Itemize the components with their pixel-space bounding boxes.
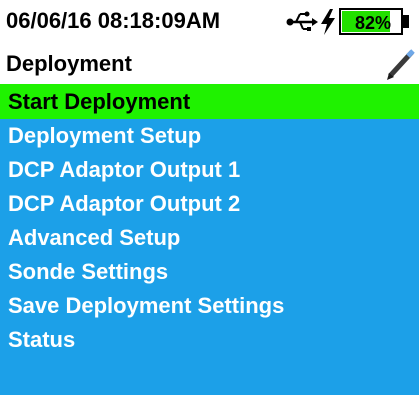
menu-item-sonde-settings[interactable]: Sonde Settings: [0, 255, 419, 289]
battery-tip: [403, 15, 409, 28]
page-title: Deployment: [6, 51, 132, 76]
menu-item-advanced-setup[interactable]: Advanced Setup: [0, 221, 419, 255]
menu-item-status[interactable]: Status: [0, 323, 419, 357]
menu-item-dcp-adaptor-output-2[interactable]: DCP Adaptor Output 2: [0, 187, 419, 221]
datetime-display: 06/06/16 08:18:09AM: [6, 8, 221, 33]
deployment-menu: Start Deployment Deployment Setup DCP Adap…: [0, 84, 419, 395]
pen-icon[interactable]: [384, 46, 416, 82]
menu-item-deployment-setup[interactable]: Deployment Setup: [0, 119, 419, 153]
device-screen: 06/06/16 08:18:09AM 82% Deployment Start…: [0, 0, 419, 395]
menu-item-save-deployment-settings[interactable]: Save Deployment Settings: [0, 289, 419, 323]
usb-icon: [286, 10, 318, 34]
menu-item-dcp-adaptor-output-1[interactable]: DCP Adaptor Output 1: [0, 153, 419, 187]
menu-item-start-deployment[interactable]: Start Deployment: [0, 84, 419, 119]
lightning-icon: [319, 8, 337, 36]
status-bar: 06/06/16 08:18:09AM 82%: [0, 0, 419, 44]
battery-percent: 82%: [354, 13, 392, 33]
battery-body: 82%: [339, 8, 403, 35]
header: Deployment: [0, 44, 419, 84]
battery-indicator: 82%: [339, 8, 409, 35]
